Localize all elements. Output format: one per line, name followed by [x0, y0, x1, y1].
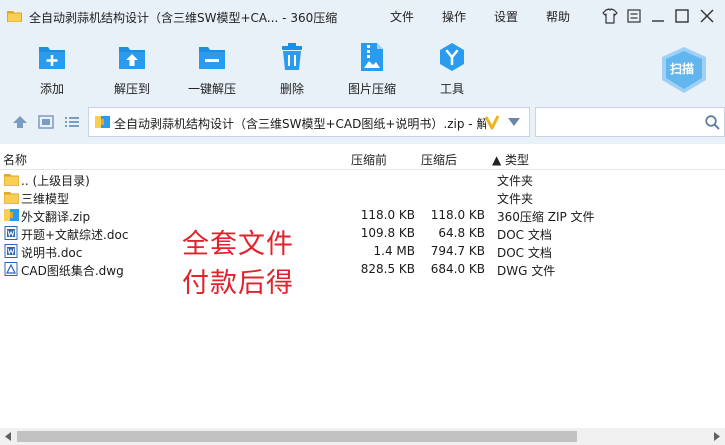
file-type: 文件夹 [497, 174, 534, 188]
file-type: DOC 文档 [497, 246, 552, 260]
add-icon [39, 47, 65, 69]
add-label: 添加 [39, 82, 64, 96]
scan-label[interactable]: 扫描 [670, 60, 694, 77]
column-name[interactable]: 名称 [3, 151, 27, 168]
chevron-down-icon[interactable] [508, 118, 520, 126]
file-type: DOC 文档 [497, 228, 552, 242]
delete-button[interactable]: 删除 [252, 34, 332, 98]
trash-icon [282, 43, 302, 70]
scrollbar-thumb[interactable] [17, 431, 577, 442]
tools-label: 工具 [439, 82, 464, 96]
file-size-after: 794.7 KB [430, 244, 485, 258]
tools-button[interactable]: 工具 [412, 34, 492, 98]
search-icon[interactable] [705, 115, 720, 130]
file-name: .. (上级目录) [21, 174, 90, 188]
file-size-before: 828.5 KB [360, 262, 415, 276]
file-row[interactable]: CAD图纸集合.dwg 828.5 KB 684.0 KB DWG 文件 [0, 260, 725, 278]
file-type: DWG 文件 [497, 264, 556, 278]
doc-icon [4, 244, 18, 258]
overlay-text-line1: 全套文件 [182, 229, 294, 260]
zip-archive-icon [95, 116, 110, 128]
close-icon[interactable] [697, 6, 717, 26]
skin-icon[interactable] [600, 6, 620, 26]
column-size-after[interactable]: 压缩后 [421, 151, 457, 168]
thumbnail-view-icon[interactable] [38, 115, 54, 129]
file-size-after: 684.0 KB [430, 262, 485, 276]
column-size-before[interactable]: 压缩前 [351, 151, 387, 168]
folder-icon [4, 174, 19, 186]
extract-to-icon [119, 47, 145, 69]
menu-operation[interactable]: 操作 [442, 8, 466, 25]
menu-settings[interactable]: 设置 [494, 8, 518, 25]
menu-help[interactable]: 帮助 [546, 8, 570, 25]
image-compress-button[interactable]: 图片压缩 [332, 34, 412, 98]
file-type: 360压缩 ZIP 文件 [497, 210, 595, 224]
file-size-before: 118.0 KB [360, 208, 415, 222]
file-row[interactable]: 说明书.doc 1.4 MB 794.7 KB DOC 文档 [0, 242, 725, 260]
file-name: CAD图纸集合.dwg [21, 264, 124, 278]
file-type: 文件夹 [497, 192, 534, 206]
file-row[interactable]: .. (上级目录) 文件夹 [0, 170, 725, 188]
maximize-icon[interactable] [672, 6, 692, 26]
file-size-before: 109.8 KB [360, 226, 415, 240]
scroll-left-icon[interactable] [4, 432, 12, 441]
file-row[interactable]: 开题+文献综述.doc 109.8 KB 64.8 KB DOC 文档 [0, 224, 725, 242]
dwg-icon [4, 262, 18, 276]
file-name: 外文翻译.zip [21, 210, 91, 224]
delete-label: 删除 [279, 82, 304, 96]
overlay-text-line2: 付款后得 [182, 268, 294, 299]
address-path: 全自动剥蒜机结构设计（含三维SW模型+CAD图纸+说明书）.zip - 解 [114, 117, 486, 131]
file-name: 开题+文献综述.doc [21, 228, 129, 242]
up-arrow-icon[interactable] [12, 115, 28, 129]
tools-icon [440, 43, 464, 71]
file-name: 三维模型 [21, 192, 70, 206]
extract-to-label: 解压到 [113, 82, 150, 96]
one-click-extract-icon [199, 47, 225, 69]
extract-to-button[interactable]: 解压到 [92, 34, 172, 98]
verified-check-icon [485, 115, 499, 130]
scroll-right-icon[interactable] [713, 432, 721, 441]
search-input[interactable] [535, 107, 725, 137]
image-compress-icon [361, 43, 383, 71]
one-click-extract-label: 一键解压 [187, 82, 236, 96]
minimize-icon[interactable] [648, 6, 668, 26]
file-row[interactable]: 三维模型 文件夹 [0, 188, 725, 206]
window-title: 全自动剥蒜机结构设计（含三维SW模型+CA... - 360压缩 [29, 11, 338, 25]
folder-icon [4, 192, 19, 204]
add-button[interactable]: 添加 [12, 34, 92, 98]
file-size-after: 64.8 KB [438, 226, 485, 240]
image-compress-label: 图片压缩 [347, 82, 396, 96]
menu-icon[interactable] [624, 6, 644, 26]
list-view-icon[interactable] [64, 115, 80, 129]
app-logo-icon [7, 11, 22, 22]
one-click-extract-button[interactable]: 一键解压 [172, 34, 252, 98]
file-row[interactable]: 外文翻译.zip 118.0 KB 118.0 KB 360压缩 ZIP 文件 [0, 206, 725, 224]
menu-file[interactable]: 文件 [390, 8, 414, 25]
file-size-after: 118.0 KB [430, 208, 485, 222]
file-size-before: 1.4 MB [373, 244, 415, 258]
doc-icon [4, 226, 18, 240]
file-name: 说明书.doc [21, 246, 83, 260]
zip-icon [4, 209, 19, 221]
column-type[interactable]: ▲ 类型 [492, 151, 529, 168]
